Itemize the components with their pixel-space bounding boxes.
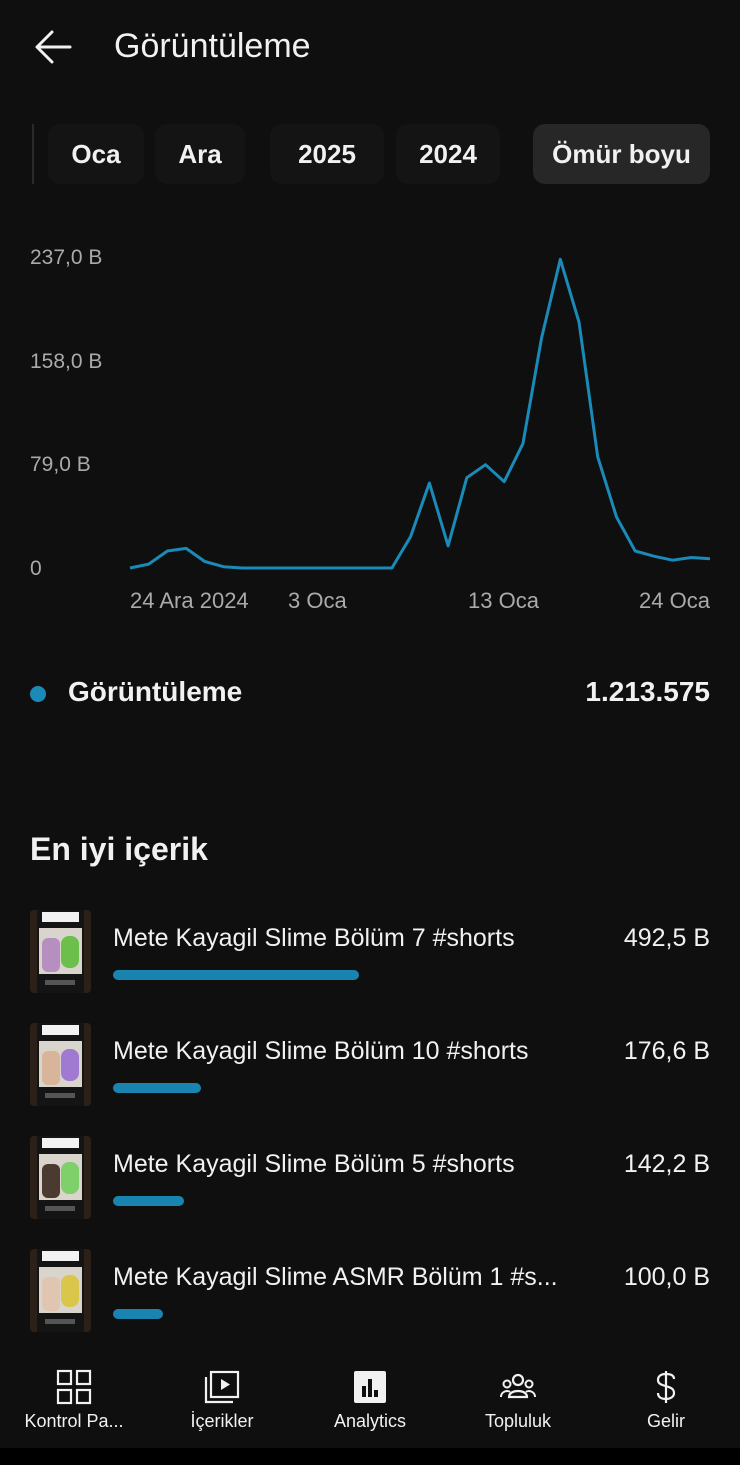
period-chip-2025[interactable]: 2025	[270, 124, 384, 184]
video-views: 142,2 B	[623, 1150, 710, 1178]
dashboard-icon	[56, 1369, 92, 1405]
video-thumbnail	[30, 910, 91, 993]
nav-item-dashboard[interactable]: Kontrol Pa...	[0, 1358, 148, 1448]
video-title: Mete Kayagil Slime Bölüm 10 #shorts	[113, 1037, 529, 1065]
page-title: Görüntüleme	[114, 27, 311, 65]
top-content-heading: En iyi içerik	[30, 831, 208, 867]
community-icon	[500, 1369, 536, 1405]
chips-divider	[32, 124, 34, 184]
views-share-bar	[113, 970, 359, 980]
nav-label: Analytics	[333, 1411, 407, 1431]
nav-label: Gelir	[646, 1411, 685, 1431]
total-views-value: 1.213.575	[585, 676, 710, 707]
content-list-item[interactable]: Mete Kayagil Slime Bölüm 5 #shorts 142,2 …	[30, 1134, 710, 1247]
content-list-item[interactable]: Mete Kayagil Slime Bölüm 7 #shorts 492,5 …	[30, 908, 710, 1021]
nav-item-dollar[interactable]: Gelir	[592, 1358, 740, 1448]
nav-item-analytics[interactable]: Analytics	[296, 1358, 444, 1448]
views-legend: Görüntüleme 1.213.575	[30, 672, 710, 716]
video-views: 100,0 B	[623, 1263, 710, 1291]
chart-plot-area	[129, 257, 711, 570]
video-thumbnail	[30, 1136, 91, 1219]
video-title: Mete Kayagil Slime ASMR Bölüm 1 #s...	[113, 1263, 558, 1291]
views-share-bar	[113, 1196, 184, 1206]
nav-label: Kontrol Pa...	[24, 1411, 124, 1431]
back-arrow-icon[interactable]	[30, 26, 76, 68]
content-list-item[interactable]: Mete Kayagil Slime ASMR Bölüm 1 #s... 100…	[30, 1247, 710, 1360]
period-chip-oca[interactable]: Oca	[48, 124, 144, 184]
period-filter-bar: Oca Ara 2025 2024 Ömür boyu	[0, 122, 740, 186]
legend-dot	[30, 686, 46, 702]
content-list-item[interactable]: Mete Kayagil Slime Bölüm 10 #shorts 176,6…	[30, 1021, 710, 1134]
views-line-chart: 237,0 B 158,0 B 79,0 B 0 24 Ara 2024 3 O…	[0, 230, 740, 620]
legend-label: Görüntüleme	[68, 676, 243, 707]
video-thumbnail	[30, 1249, 91, 1332]
views-share-bar	[113, 1083, 201, 1093]
content-icon	[204, 1369, 240, 1405]
video-title: Mete Kayagil Slime Bölüm 7 #shorts	[113, 924, 515, 952]
nav-label: İçerikler	[190, 1411, 254, 1431]
video-thumbnail	[30, 1023, 91, 1106]
analytics-icon	[352, 1369, 388, 1405]
nav-label: Topluluk	[484, 1411, 552, 1431]
top-content-list: Mete Kayagil Slime Bölüm 7 #shorts 492,5 …	[30, 908, 710, 1360]
video-title: Mete Kayagil Slime Bölüm 5 #shorts	[113, 1150, 515, 1178]
bottom-navigation: Kontrol Pa... İçerikler Analytics Topluluk G…	[0, 1358, 740, 1448]
nav-item-content[interactable]: İçerikler	[148, 1358, 296, 1448]
views-series-line	[129, 257, 711, 570]
system-gesture-bar	[0, 1448, 740, 1465]
period-chip-ara[interactable]: Ara	[155, 124, 245, 184]
nav-item-community[interactable]: Topluluk	[444, 1358, 592, 1448]
video-views: 176,6 B	[623, 1037, 710, 1065]
period-chip-2024[interactable]: 2024	[396, 124, 500, 184]
dollar-icon	[648, 1369, 684, 1405]
views-share-bar	[113, 1309, 163, 1319]
period-chip-lifetime[interactable]: Ömür boyu	[533, 124, 710, 184]
app-header: Görüntüleme	[0, 0, 740, 96]
video-views: 492,5 B	[623, 924, 710, 952]
